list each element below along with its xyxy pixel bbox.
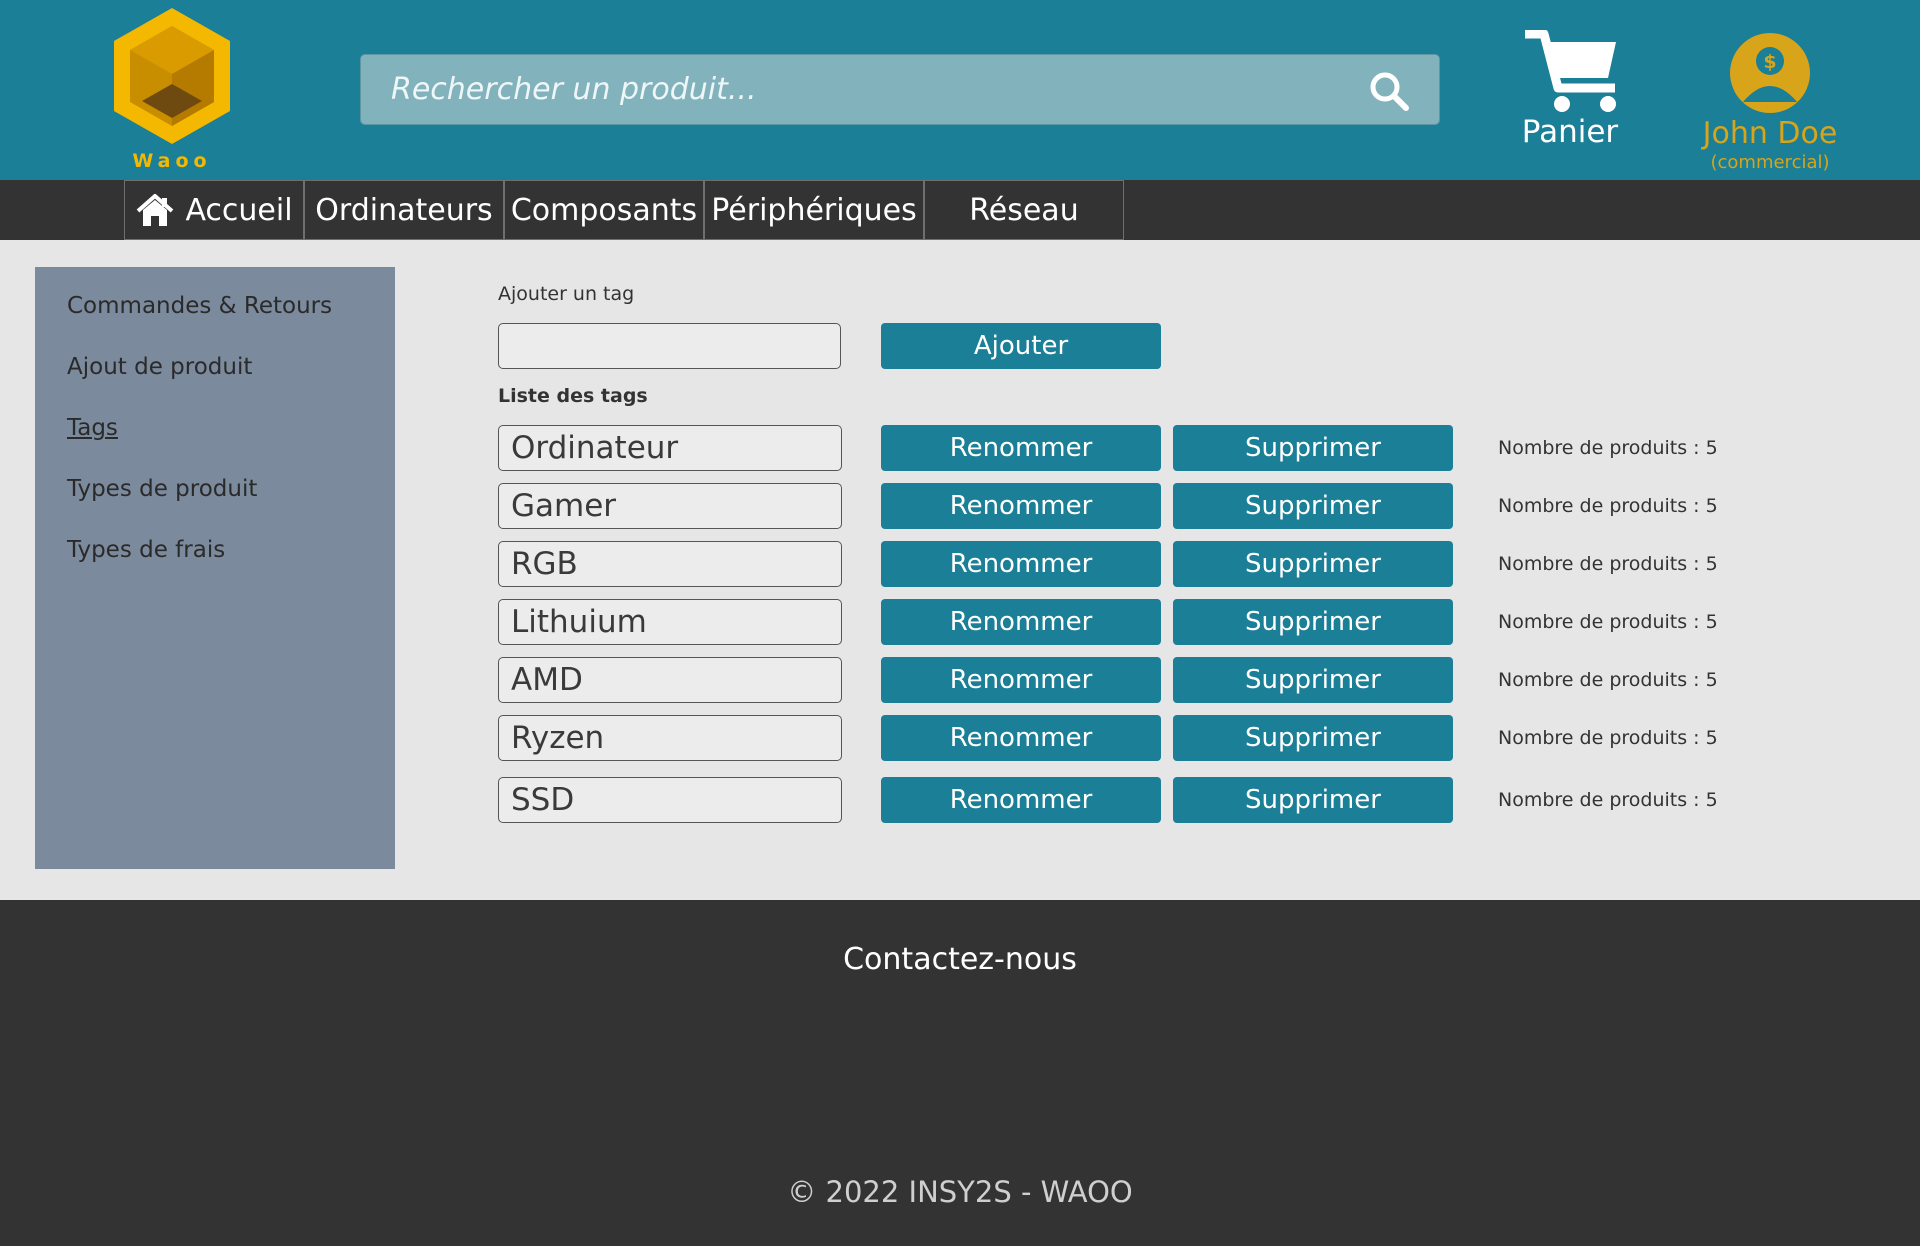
rename-button[interactable]: Renommer [881,599,1161,645]
delete-button[interactable]: Supprimer [1173,425,1453,471]
delete-button[interactable]: Supprimer [1173,541,1453,587]
product-count: Nombre de produits : 5 [1498,611,1718,633]
nav-item-label: Réseau [969,192,1079,228]
user-account[interactable]: $ John Doe (commercial) [1680,30,1860,175]
nav-item-label: Périphériques [711,192,917,228]
rename-button[interactable]: Renommer [881,777,1161,823]
logo-icon [114,8,230,144]
product-count: Nombre de produits : 5 [1498,553,1718,575]
svg-text:$: $ [1763,51,1776,73]
search-bar [360,54,1440,125]
nav-item-accueil[interactable]: Accueil [124,180,304,240]
copyright: © 2022 INSY2S - WAOO [787,1175,1133,1209]
rename-button[interactable]: Renommer [881,715,1161,761]
product-count: Nombre de produits : 5 [1498,437,1718,459]
rename-button[interactable]: Renommer [881,541,1161,587]
sidebar-item-types-produit[interactable]: Types de produit [67,476,257,502]
cart-button[interactable]: Panier [1500,26,1640,156]
nav-item-reseau[interactable]: Réseau [924,180,1124,240]
logo-text: Waoo [132,150,212,172]
search-input[interactable] [361,55,1361,124]
tag-name-field[interactable]: SSD [498,777,842,823]
footer: Contactez-nous © 2022 INSY2S - WAOO [0,900,1920,1246]
nav-item-ordinateurs[interactable]: Ordinateurs [304,180,504,240]
product-count: Nombre de produits : 5 [1498,727,1718,749]
nav-item-peripheriques[interactable]: Périphériques [704,180,924,240]
sidebar-item-tags[interactable]: Tags [67,415,118,441]
home-icon [137,194,174,226]
tag-name-field[interactable]: Ryzen [498,715,842,761]
tag-name-field[interactable]: AMD [498,657,842,703]
rename-button[interactable]: Renommer [881,425,1161,471]
sidebar-item-types-frais[interactable]: Types de frais [67,537,225,563]
header: Waoo Panier $ John Doe (commercial) [0,0,1920,180]
delete-button[interactable]: Supprimer [1173,777,1453,823]
user-name: John Doe [1702,116,1838,151]
rename-button[interactable]: Renommer [881,483,1161,529]
main-nav: Accueil Ordinateurs Composants Périphéri… [0,180,1920,240]
tag-name-field[interactable]: Lithuium [498,599,842,645]
add-tag-button[interactable]: Ajouter [881,323,1161,369]
add-tag-label: Ajouter un tag [498,283,635,305]
tag-name-field[interactable]: RGB [498,541,842,587]
sidebar-item-commandes[interactable]: Commandes & Retours [67,293,332,319]
delete-button[interactable]: Supprimer [1173,657,1453,703]
nav-item-label: Ordinateurs [315,192,493,228]
cart-label: Panier [1521,114,1619,150]
nav-item-label: Composants [510,192,698,228]
contact-link[interactable]: Contactez-nous [0,942,1920,977]
user-icon: $ [1730,33,1810,113]
rename-button[interactable]: Renommer [881,657,1161,703]
search-icon[interactable] [1369,71,1409,111]
tag-list-label: Liste des tags [498,385,648,407]
delete-button[interactable]: Supprimer [1173,599,1453,645]
cart-icon [1525,30,1616,112]
product-count: Nombre de produits : 5 [1498,495,1718,517]
nav-item-label: Accueil [185,192,293,228]
delete-button[interactable]: Supprimer [1173,715,1453,761]
tag-name-field[interactable]: Gamer [498,483,842,529]
logo[interactable]: Waoo [108,4,236,174]
nav-item-composants[interactable]: Composants [504,180,704,240]
product-count: Nombre de produits : 5 [1498,789,1718,811]
add-tag-input[interactable] [498,323,841,369]
user-role: (commercial) [1710,152,1830,173]
sidebar: Commandes & Retours Ajout de produit Tag… [35,267,395,869]
product-count: Nombre de produits : 5 [1498,669,1718,691]
sidebar-item-ajout-produit[interactable]: Ajout de produit [67,354,252,380]
tag-name-field[interactable]: Ordinateur [498,425,842,471]
delete-button[interactable]: Supprimer [1173,483,1453,529]
